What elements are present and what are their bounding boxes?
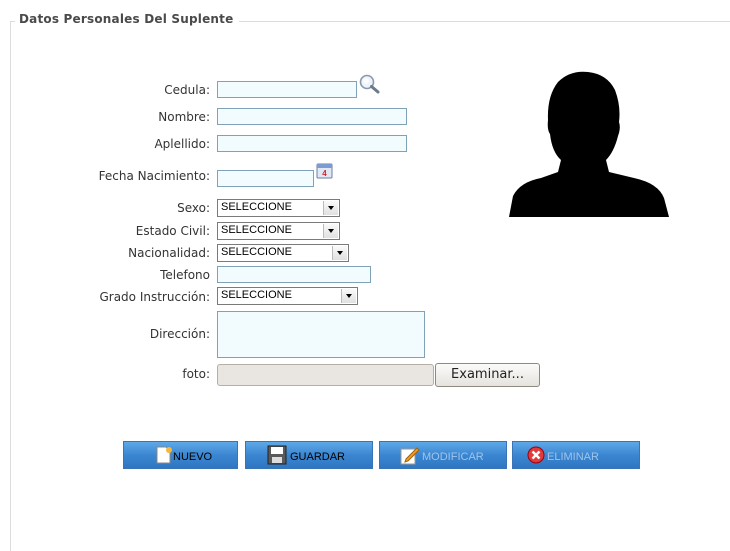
nombre-label: Nombre: xyxy=(158,110,210,124)
guardar-button-label: GUARDAR xyxy=(290,451,346,463)
cedula-input[interactable] xyxy=(217,81,357,98)
fecha-nacimiento-label: Fecha Nacimiento: xyxy=(98,169,210,183)
estado-civil-select[interactable]: SELECCIONE xyxy=(217,222,340,240)
cedula-label: Cedula: xyxy=(164,83,210,97)
grado-instruccion-select[interactable]: SELECCIONE xyxy=(217,287,358,305)
nuevo-button[interactable]: NUEVO xyxy=(123,441,238,469)
direccion-label: Dirección: xyxy=(149,327,210,341)
sexo-select[interactable]: SELECCIONE xyxy=(217,199,340,217)
section-legend: Datos Personales Del Suplente xyxy=(15,12,240,26)
nombre-input[interactable] xyxy=(217,108,407,125)
foto-label: foto: xyxy=(182,367,210,381)
modificar-button-label: MODIFICAR xyxy=(422,451,484,463)
chevron-down-icon xyxy=(332,246,347,260)
guardar-button[interactable]: GUARDAR xyxy=(245,441,373,469)
chevron-down-icon xyxy=(323,201,338,215)
svg-text:4: 4 xyxy=(322,169,327,178)
new-document-icon xyxy=(154,446,172,467)
sexo-label: Sexo: xyxy=(177,201,210,215)
sexo-select-value: SELECCIONE xyxy=(221,201,292,213)
nacionalidad-label: Nacionalidad: xyxy=(128,246,210,260)
modificar-button[interactable]: MODIFICAR xyxy=(379,441,507,469)
nuevo-button-label: NUEVO xyxy=(173,451,213,463)
chevron-down-icon xyxy=(323,224,338,238)
save-icon xyxy=(266,444,288,469)
edit-pencil-icon xyxy=(400,445,420,468)
grado-instruccion-select-value: SELECCIONE xyxy=(221,289,292,301)
calendar-icon[interactable]: 4 xyxy=(316,162,334,183)
telefono-label: Telefono xyxy=(160,268,210,282)
nacionalidad-select[interactable]: SELECCIONE xyxy=(217,244,349,262)
foto-file-path[interactable] xyxy=(217,364,434,386)
grado-instruccion-label: Grado Instrucción: xyxy=(99,290,210,304)
examinar-button[interactable]: Examinar... xyxy=(435,363,540,387)
person-silhouette-icon xyxy=(508,70,669,218)
apellido-input[interactable] xyxy=(217,135,407,152)
telefono-input[interactable] xyxy=(217,266,371,283)
direccion-textarea[interactable] xyxy=(217,311,425,358)
delete-icon xyxy=(527,446,545,467)
apellido-label: Aplellido: xyxy=(154,137,210,151)
eliminar-button-label: ELIMINAR xyxy=(547,451,599,463)
chevron-down-icon xyxy=(341,289,356,303)
magnifier-icon[interactable] xyxy=(358,74,382,99)
estado-civil-label: Estado Civil: xyxy=(135,224,210,238)
nacionalidad-select-value: SELECCIONE xyxy=(221,246,292,258)
fecha-nacimiento-input[interactable] xyxy=(217,170,314,187)
estado-civil-select-value: SELECCIONE xyxy=(221,224,292,236)
eliminar-button[interactable]: ELIMINAR xyxy=(512,441,640,469)
